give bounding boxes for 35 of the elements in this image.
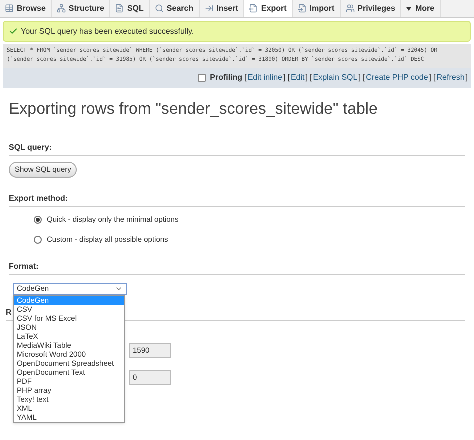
bracket: [ bbox=[244, 72, 247, 84]
bracket: ] bbox=[284, 72, 286, 84]
section-heading: SQL query: bbox=[9, 142, 465, 156]
profiling-label: Profiling bbox=[210, 72, 243, 84]
bracket: ] bbox=[306, 72, 308, 84]
section-heading: Format: bbox=[9, 260, 465, 274]
search-icon bbox=[154, 4, 164, 13]
message-text: Your SQL query has been executed successfully. bbox=[21, 26, 194, 38]
table-icon bbox=[5, 4, 14, 13]
import-icon bbox=[298, 4, 307, 13]
users-icon bbox=[346, 4, 355, 13]
insert-icon bbox=[204, 4, 214, 13]
sql-link[interactable]: Refresh bbox=[436, 72, 465, 84]
hierarchy-icon bbox=[56, 4, 66, 13]
export-icon bbox=[249, 4, 258, 13]
tab[interactable]: Export bbox=[244, 0, 293, 17]
caret-icon bbox=[406, 6, 412, 10]
bracket: [ bbox=[288, 72, 290, 84]
profiling-checkbox[interactable] bbox=[198, 74, 206, 82]
bracket: [ bbox=[434, 72, 436, 84]
check-icon bbox=[9, 27, 18, 36]
bracket: [ bbox=[310, 72, 312, 84]
sql-link[interactable]: Edit inline bbox=[248, 72, 282, 84]
document-icon bbox=[115, 4, 124, 13]
bracket: ] bbox=[358, 72, 361, 84]
bracket: ] bbox=[429, 72, 432, 84]
section-heading: Export method: bbox=[9, 193, 465, 207]
page-title: Exporting rows from "sender_scores_sitewide" table bbox=[8, 100, 379, 120]
radio-button[interactable] bbox=[34, 236, 42, 244]
radio-button[interactable] bbox=[34, 216, 42, 224]
bracket: ] bbox=[466, 72, 468, 84]
sql-link[interactable]: Explain SQL bbox=[313, 72, 358, 84]
sql-link[interactable]: Edit bbox=[290, 72, 305, 84]
sql-link[interactable]: Create PHP code bbox=[366, 72, 428, 84]
bracket: [ bbox=[362, 72, 366, 84]
